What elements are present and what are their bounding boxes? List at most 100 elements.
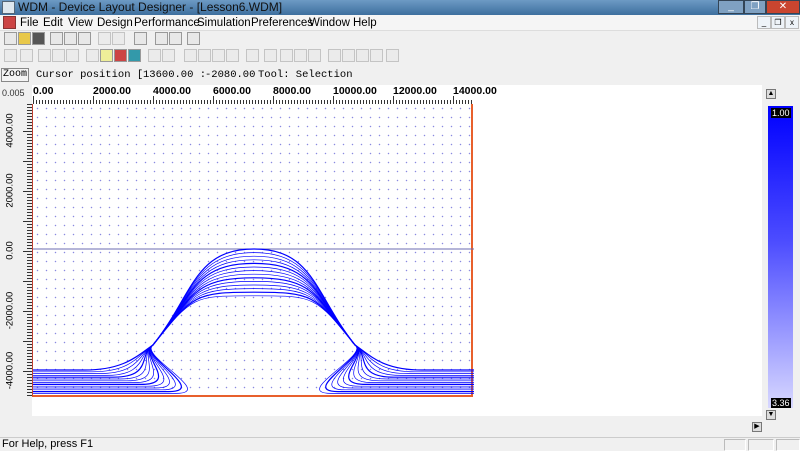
close-button[interactable]: ✕ (766, 0, 800, 14)
color-scale-max: 1.00 (771, 108, 791, 118)
align-icon[interactable] (264, 49, 277, 62)
align-icon[interactable] (342, 49, 355, 62)
y-tick-label: 2000.00 (4, 173, 16, 208)
pointer-icon[interactable] (155, 32, 168, 45)
ruler-tick (23, 191, 32, 192)
align-icon[interactable] (280, 49, 293, 62)
redo-icon[interactable] (112, 32, 125, 45)
status-pane (776, 439, 800, 451)
waveguide-path[interactable] (33, 273, 474, 383)
waveguide-tool-icon[interactable] (4, 49, 17, 62)
layout-icon[interactable] (114, 49, 127, 62)
waveguide-path[interactable] (33, 255, 474, 374)
waveguide-tool-icon[interactable] (20, 49, 33, 62)
window-title: WDM - Device Layout Designer - [Lesson6.… (18, 0, 283, 14)
ruler-tick (393, 96, 394, 104)
color-scale-bar (768, 106, 793, 408)
vertical-scrollbar[interactable] (762, 85, 767, 420)
x-tick-label: 12000.00 (393, 85, 437, 97)
mdi-restore-button[interactable]: ❐ (771, 16, 785, 29)
color-scale-min: 3.36 (771, 398, 791, 408)
new-icon[interactable] (4, 32, 17, 45)
menu-window[interactable]: Window (309, 16, 350, 30)
restore-button[interactable]: ❐ (744, 0, 766, 14)
port-tool-icon[interactable] (38, 49, 51, 62)
measure-icon[interactable] (187, 32, 200, 45)
ruler-tick (23, 371, 32, 372)
waveguide-path[interactable] (33, 288, 474, 391)
open-icon[interactable] (18, 32, 31, 45)
bend-icon[interactable] (184, 49, 197, 62)
align-icon[interactable] (356, 49, 369, 62)
cursor-label: Cursor position [ (36, 69, 144, 81)
align-icon[interactable] (370, 49, 383, 62)
help-icon[interactable] (64, 32, 77, 45)
layout-canvas[interactable] (32, 104, 474, 397)
waveguide-path[interactable] (33, 262, 474, 378)
ruler-tick (213, 96, 214, 104)
align-icon[interactable] (294, 49, 307, 62)
monitor-icon[interactable] (128, 49, 141, 62)
mdi-minimize-button[interactable]: _ (757, 16, 771, 29)
align-icon[interactable] (308, 49, 321, 62)
zoom-icon[interactable] (169, 32, 182, 45)
menu-simulation[interactable]: Simulation (197, 16, 251, 30)
x-tick-label: 10000.00 (333, 85, 377, 97)
document-icon[interactable] (3, 16, 16, 29)
waveguide-path[interactable] (33, 284, 474, 389)
path-tool-icon[interactable] (86, 49, 99, 62)
menu-performance[interactable]: Performance (134, 16, 200, 30)
port-tool-icon[interactable] (66, 49, 79, 62)
toggle-icon[interactable] (386, 49, 399, 62)
status-bar: For Help, press F1 (0, 437, 800, 451)
x-tick-label: 0.00 (33, 85, 54, 97)
ruler-tick (153, 96, 154, 104)
context-help-icon[interactable] (78, 32, 91, 45)
horizontal-scrollbar[interactable] (0, 420, 762, 433)
waveguide-path[interactable] (33, 270, 474, 382)
bend-icon[interactable] (212, 49, 225, 62)
ruler-tick (333, 96, 334, 104)
cursor-y: -2080.00 (205, 69, 256, 81)
ruler-tick (23, 341, 32, 342)
save-icon[interactable] (32, 32, 45, 45)
mode-icon[interactable] (148, 49, 161, 62)
menu-design[interactable]: Design (97, 16, 133, 30)
scroll-up-button[interactable]: ▲ (766, 89, 776, 99)
simulate-icon[interactable] (100, 49, 113, 62)
scroll-down-button[interactable]: ▼ (766, 410, 776, 420)
minimize-button[interactable]: _ (718, 0, 744, 14)
menu-file[interactable]: File (20, 16, 39, 30)
zoom-button[interactable]: Zoom (1, 68, 29, 82)
status-pane (724, 439, 746, 451)
bend-icon[interactable] (226, 49, 239, 62)
ruler-tick (33, 96, 34, 104)
x-tick-label: 6000.00 (213, 85, 251, 97)
waveguide-path[interactable] (33, 281, 474, 387)
menu-view[interactable]: View (68, 16, 93, 30)
port-tool-icon[interactable] (52, 49, 65, 62)
undo-icon[interactable] (98, 32, 111, 45)
menu-help[interactable]: Help (353, 16, 377, 30)
menu-edit[interactable]: Edit (43, 16, 63, 30)
mode-icon[interactable] (162, 49, 175, 62)
menu-preferences[interactable]: Preferences (251, 16, 313, 30)
bend-icon[interactable] (198, 49, 211, 62)
toggle-icon[interactable] (246, 49, 259, 62)
ruler-tick (23, 311, 32, 312)
waveguide-path[interactable] (33, 266, 474, 380)
scale-readout: 0.005 (2, 88, 25, 98)
cursor-x: 13600.00 : (143, 69, 207, 81)
x-tick-label: 4000.00 (153, 85, 191, 97)
waveguide-path[interactable] (33, 277, 474, 385)
tool-label: Tool: Selection (258, 69, 353, 81)
ruler-tick (273, 96, 274, 104)
scroll-right-button[interactable]: ▶ (752, 422, 762, 432)
select-region-icon[interactable] (134, 32, 147, 45)
waveguide-path[interactable] (33, 259, 474, 376)
align-icon[interactable] (328, 49, 341, 62)
ruler-tick (23, 251, 32, 252)
print-icon[interactable] (50, 32, 63, 45)
mdi-close-button[interactable]: x (785, 16, 799, 29)
ruler-tick (23, 131, 32, 132)
